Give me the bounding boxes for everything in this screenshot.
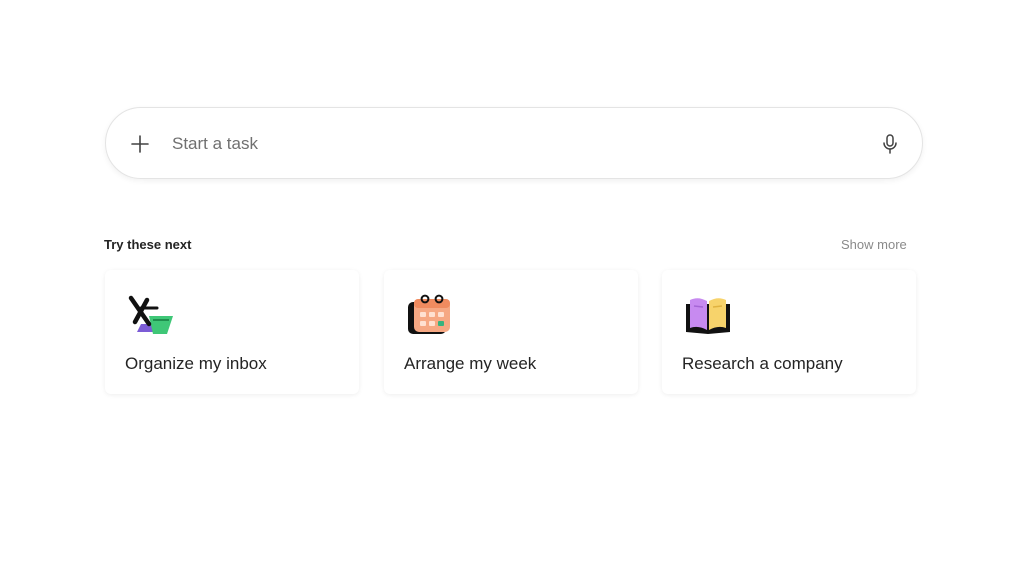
calendar-icon [406,294,454,338]
suggestion-label: Research a company [682,354,843,373]
task-bar[interactable] [105,107,923,179]
task-input[interactable] [172,130,832,158]
section-title: Try these next [104,237,192,252]
inbox-organize-icon [127,294,175,338]
plus-icon[interactable] [128,132,152,156]
suggestion-label: Organize my inbox [125,354,267,373]
suggestion-card-organize-inbox[interactable]: Organize my inbox [105,270,359,394]
microphone-icon[interactable] [878,132,902,156]
book-icon [684,294,732,338]
show-more-link[interactable]: Show more [841,237,907,252]
suggestion-card-arrange-week[interactable]: Arrange my week [384,270,638,394]
suggestion-label: Arrange my week [404,354,537,373]
suggestion-card-research-company[interactable]: Research a company [662,270,916,394]
